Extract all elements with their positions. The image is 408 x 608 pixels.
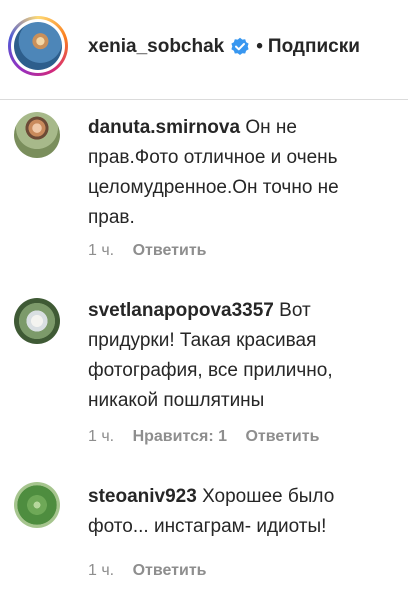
commenter-avatar[interactable] (14, 298, 60, 344)
comment-username[interactable]: danuta.smirnova (88, 117, 240, 138)
header-username[interactable]: xenia_sobchak (88, 36, 224, 58)
comment-body: danuta.smirnova Он не прав.Фото отличное… (88, 113, 388, 233)
comment-body: steoaniv923 Хорошее было фото... инстагр… (88, 482, 388, 542)
avatar[interactable] (14, 22, 62, 70)
header-title-row: xenia_sobchak • Подписки (88, 36, 360, 58)
comment-meta: 1 ч. Ответить (88, 562, 221, 580)
comment-meta: 1 ч. Нравится: 1 Ответить (88, 428, 333, 446)
comment-likes[interactable]: Нравится: 1 (133, 428, 227, 445)
comment-meta: 1 ч. Ответить (88, 242, 221, 260)
verified-badge-icon (231, 37, 249, 55)
story-ring[interactable] (8, 16, 68, 76)
reply-button[interactable]: Ответить (133, 562, 207, 579)
reply-button[interactable]: Ответить (245, 428, 319, 445)
comment-time[interactable]: 1 ч. (88, 428, 114, 445)
comment-time[interactable]: 1 ч. (88, 242, 114, 259)
avatar-border (11, 19, 65, 73)
commenter-avatar[interactable] (14, 482, 60, 528)
comment-time[interactable]: 1 ч. (88, 562, 114, 579)
comment-body: svetlanapopova3357 Вот придурки! Такая к… (88, 296, 388, 416)
post-header: xenia_sobchak • Подписки (0, 0, 408, 100)
commenter-avatar[interactable] (14, 112, 60, 158)
header-separator: • (256, 36, 263, 57)
following-button[interactable]: Подписки (268, 36, 360, 58)
reply-button[interactable]: Ответить (133, 242, 207, 259)
comment-username[interactable]: steoaniv923 (88, 486, 197, 507)
comment-username[interactable]: svetlanapopova3357 (88, 300, 274, 321)
